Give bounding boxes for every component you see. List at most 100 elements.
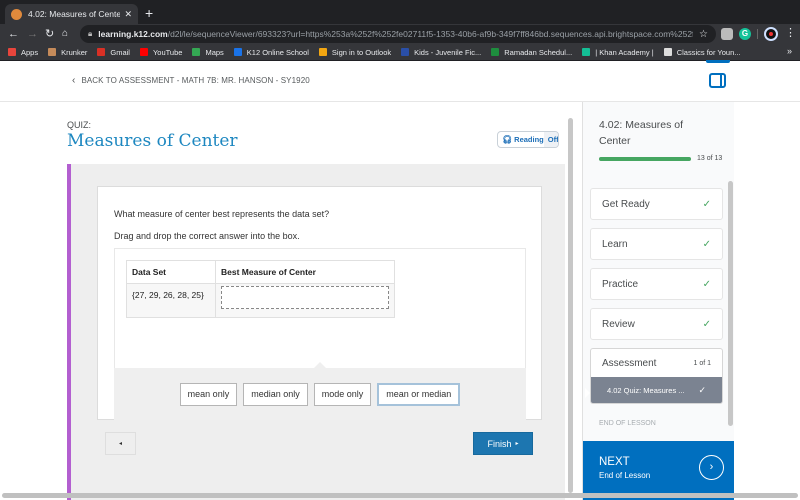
- bookmark-item[interactable]: Apps: [8, 48, 38, 57]
- question-card: What measure of center best represents t…: [97, 186, 542, 420]
- url-path: /d2l/le/sequenceViewer/693323?url=https%…: [167, 29, 694, 39]
- bookmark-item[interactable]: Maps: [192, 47, 224, 57]
- check-icon: ✓: [702, 238, 711, 250]
- play-arrow-icon: ▸: [515, 441, 519, 447]
- finish-button[interactable]: Finish ▸: [473, 432, 533, 455]
- reading-toggle-button[interactable]: 🎧︎ Reading Off: [497, 131, 559, 148]
- next-button[interactable]: NEXT End of Lesson ›: [583, 441, 735, 500]
- assessment-count: 1 of 1: [693, 359, 711, 367]
- new-tab-icon[interactable]: +: [145, 4, 153, 22]
- module-review[interactable]: Review ✓: [590, 308, 723, 340]
- bookmark-label: Ramadan Schedul...: [504, 47, 573, 57]
- bookmark-favicon-icon: [318, 48, 327, 56]
- bookmark-label: Sign in to Outlook: [331, 47, 392, 57]
- content-scrollbar[interactable]: [568, 118, 573, 493]
- quiz-frame: What measure of center best represents t…: [67, 164, 565, 500]
- bookmark-favicon-icon: [48, 48, 57, 56]
- check-icon: ✓: [702, 278, 711, 290]
- data-set-cell: {27, 29, 26, 28, 25}: [126, 283, 216, 318]
- question-text: What measure of center best represents t…: [114, 209, 330, 219]
- bookmark-item[interactable]: K12 Online School: [233, 47, 309, 57]
- choice-mean-or-median[interactable]: mean or median: [377, 382, 461, 406]
- check-icon: ✓: [702, 318, 711, 330]
- headphones-icon: 🎧︎: [502, 135, 513, 144]
- bookmark-item[interactable]: Ramadan Schedul...: [491, 48, 572, 57]
- back-to-assessment-link[interactable]: ‹ BACK TO ASSESSMENT - MATH 7B: MR. HANS…: [72, 75, 310, 86]
- previous-arrow-icon: ◂: [118, 441, 122, 447]
- bookmark-favicon-icon: [97, 48, 106, 56]
- home-icon[interactable]: ⌂: [62, 26, 68, 42]
- forward-arrow-icon[interactable]: →: [27, 26, 38, 42]
- grammarly-extension-icon[interactable]: G: [739, 28, 751, 40]
- module-assessment[interactable]: Assessment 1 of 1 4.02 Quiz: Measures ..…: [590, 348, 723, 404]
- module-label: Learn: [602, 238, 628, 250]
- bookmark-item[interactable]: Kids - Juvenile Fic...: [401, 48, 481, 57]
- module-get-ready[interactable]: Get Ready ✓: [590, 188, 723, 220]
- right-margin: [734, 102, 800, 500]
- module-learn[interactable]: Learn ✓: [590, 228, 723, 260]
- assessment-header[interactable]: Assessment 1 of 1: [591, 349, 722, 377]
- module-practice[interactable]: Practice ✓: [590, 268, 723, 300]
- bookmark-item[interactable]: Krunker: [48, 48, 87, 57]
- assessment-item-label: 4.02 Quiz: Measures ...: [607, 386, 685, 395]
- k12-favicon-icon: [11, 8, 22, 20]
- finish-label: Finish: [487, 438, 512, 449]
- horizontal-scrollbar[interactable]: [2, 493, 798, 498]
- next-label: NEXT: [599, 456, 630, 468]
- bookmark-label: K12 Online School: [246, 47, 309, 57]
- bookmark-label: Kids - Juvenile Fic...: [414, 47, 482, 57]
- close-tab-icon[interactable]: ✕: [124, 9, 132, 20]
- choice-mode-only[interactable]: mode only: [313, 382, 372, 406]
- bookmark-favicon-icon: [663, 48, 672, 56]
- bookmark-star-icon[interactable]: ☆: [699, 29, 708, 40]
- bookmark-label: | Khan Academy |: [595, 47, 654, 57]
- module-label: Get Ready: [602, 198, 650, 210]
- lesson-title: 4.02: Measures of Center: [599, 119, 684, 147]
- browser-tab[interactable]: 4.02: Measures of Center - Ma ✕: [5, 4, 138, 24]
- chevron-right-circle-icon: ›: [699, 455, 724, 480]
- browser-toolbar: ← → ↻ ⌂ 🔒︎ learning.k12.com/d2l/le/seque…: [0, 24, 800, 44]
- reload-icon[interactable]: ↻: [45, 26, 54, 42]
- bookmark-favicon-icon: [233, 48, 242, 56]
- answer-drop-zone[interactable]: [221, 286, 389, 309]
- choice-median-only[interactable]: median only: [243, 382, 308, 406]
- assessment-item-quiz[interactable]: 4.02 Quiz: Measures ... ✓: [591, 377, 722, 403]
- bookmark-item[interactable]: Classics for Youn...: [663, 47, 741, 57]
- profile-avatar-icon[interactable]: [764, 27, 778, 41]
- bookmark-favicon-icon: [192, 48, 201, 56]
- data-table: Data Set Best Measure of Center {27, 29,…: [126, 260, 395, 318]
- reading-label: Reading: [514, 135, 544, 144]
- extension-icon[interactable]: [721, 28, 733, 40]
- drag-drop-area: Data Set Best Measure of Center {27, 29,…: [114, 248, 526, 420]
- next-sublabel: End of Lesson: [599, 471, 651, 480]
- bookmark-item[interactable]: | Khan Academy |: [582, 48, 654, 57]
- more-bookmarks-icon[interactable]: »: [787, 46, 792, 56]
- column-header: Best Measure of Center: [215, 260, 395, 284]
- bookmark-favicon-icon: [401, 48, 410, 56]
- sidebar-scrollbar[interactable]: [728, 181, 733, 426]
- page-header: ‹ BACK TO ASSESSMENT - MATH 7B: MR. HANS…: [0, 60, 800, 102]
- column-header: Data Set: [126, 260, 216, 284]
- question-instruction: Drag and drop the correct answer into th…: [114, 231, 300, 241]
- toolbar-divider: [757, 29, 758, 39]
- bookmark-item[interactable]: Gmail: [97, 48, 130, 57]
- more-menu-icon[interactable]: ⋮: [785, 26, 796, 39]
- bookmark-label: Maps: [205, 47, 224, 57]
- module-label: Review: [602, 318, 635, 330]
- answer-choices-tray: mean only median only mode only mean or …: [114, 362, 526, 420]
- choice-mean-only[interactable]: mean only: [179, 382, 238, 406]
- previous-button[interactable]: ◂: [105, 432, 136, 455]
- lesson-progress-bar: [599, 157, 691, 161]
- bookmark-label: Classics for Youn...: [676, 47, 741, 57]
- bookmark-item[interactable]: Sign in to Outlook: [318, 47, 392, 57]
- toggle-sidebar-icon[interactable]: [709, 73, 726, 88]
- bookmarks-bar: Apps Krunker Gmail YouTube Maps K12 Online Sc…: [0, 44, 800, 61]
- reading-state: Off: [543, 132, 558, 147]
- back-arrow-icon[interactable]: ←: [8, 26, 19, 42]
- lesson-sidebar: 4.02: Measures of Center 13 of 13 Get Re…: [582, 102, 735, 500]
- back-link-label: BACK TO ASSESSMENT - MATH 7B: MR. HANSON…: [81, 76, 310, 85]
- bookmark-item[interactable]: YouTube: [139, 48, 182, 57]
- check-icon: ✓: [702, 198, 711, 210]
- bookmark-favicon-icon: [491, 48, 500, 56]
- address-bar[interactable]: 🔒︎ learning.k12.com/d2l/le/sequenceViewe…: [80, 25, 716, 43]
